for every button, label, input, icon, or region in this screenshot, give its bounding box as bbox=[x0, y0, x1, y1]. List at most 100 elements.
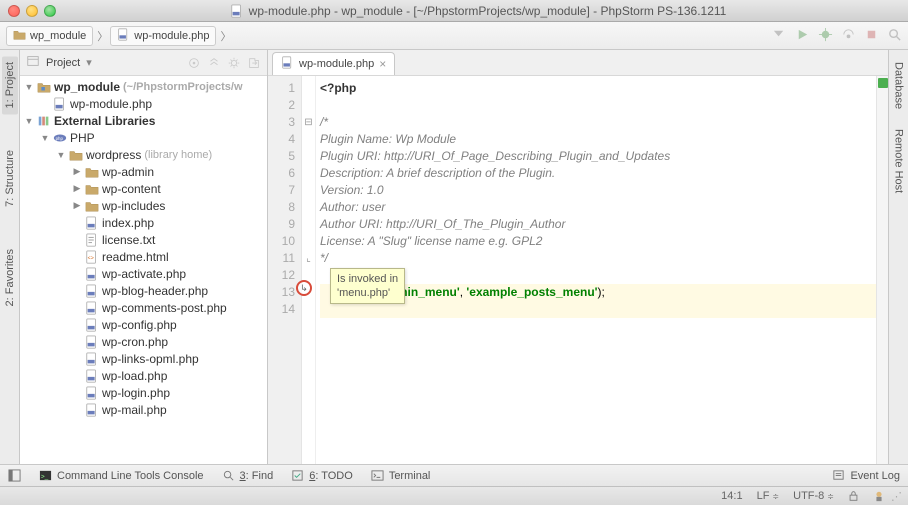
tree-row[interactable]: ▶wp-includes bbox=[20, 197, 267, 214]
txt-icon bbox=[85, 233, 99, 247]
tree-row[interactable]: wp-activate.php bbox=[20, 265, 267, 282]
tree-arrow-icon[interactable]: ▶ bbox=[72, 200, 82, 211]
tree-row[interactable]: wp-comments-post.php bbox=[20, 299, 267, 316]
collapse-all-icon[interactable] bbox=[207, 56, 221, 70]
minimize-window-button[interactable] bbox=[26, 5, 38, 17]
line-number[interactable]: 2 bbox=[268, 97, 295, 114]
fold-handle[interactable] bbox=[302, 301, 315, 318]
error-stripe[interactable] bbox=[876, 76, 888, 464]
hector-icon[interactable] bbox=[873, 490, 885, 502]
tree-row[interactable]: ▼wordpress (library home) bbox=[20, 146, 267, 163]
fold-handle[interactable] bbox=[302, 182, 315, 199]
tool-tab-find[interactable]: 3: Find bbox=[222, 469, 274, 482]
fold-handle[interactable] bbox=[302, 131, 315, 148]
fold-handle[interactable] bbox=[302, 165, 315, 182]
breadcrumb-item-module[interactable]: wp_module bbox=[6, 26, 93, 46]
line-number-gutter[interactable]: 1234567891011121314 bbox=[268, 76, 302, 464]
fold-column[interactable]: ⊟⌞ bbox=[302, 76, 316, 464]
tree-row[interactable]: ▼wp_module (~/PhpstormProjects/w bbox=[20, 78, 267, 95]
stop-icon[interactable] bbox=[864, 27, 879, 45]
line-number[interactable]: 8 bbox=[268, 199, 295, 216]
zoom-window-button[interactable] bbox=[44, 5, 56, 17]
project-tree[interactable]: ▼wp_module (~/PhpstormProjects/wwp-modul… bbox=[20, 76, 267, 464]
dropdown-icon[interactable]: ▾ bbox=[86, 56, 92, 69]
tree-row[interactable]: index.php bbox=[20, 214, 267, 231]
tool-tab-database[interactable]: Database bbox=[891, 56, 907, 115]
tree-arrow-icon[interactable]: ▼ bbox=[24, 116, 34, 126]
hide-panel-icon[interactable] bbox=[247, 56, 261, 70]
tree-row[interactable]: ▼External Libraries bbox=[20, 112, 267, 129]
tree-row[interactable]: wp-load.php bbox=[20, 367, 267, 384]
fold-handle[interactable]: ⊟ bbox=[302, 114, 315, 131]
line-number[interactable]: 13 bbox=[268, 284, 295, 301]
line-number[interactable]: 3 bbox=[268, 114, 295, 131]
file-encoding[interactable]: UTF-8 ≑ bbox=[793, 490, 834, 502]
tree-row[interactable]: wp-module.php bbox=[20, 95, 267, 112]
tree-label: wp_module bbox=[54, 80, 120, 94]
line-number[interactable]: 14 bbox=[268, 301, 295, 318]
line-number[interactable]: 5 bbox=[268, 148, 295, 165]
tool-windows-toggle-icon[interactable] bbox=[8, 469, 21, 482]
tree-row[interactable]: wp-mail.php bbox=[20, 401, 267, 418]
fold-handle[interactable] bbox=[302, 233, 315, 250]
fold-handle[interactable] bbox=[302, 80, 315, 97]
tool-tab-terminal[interactable]: Terminal bbox=[371, 469, 431, 482]
tree-row[interactable]: wp-login.php bbox=[20, 384, 267, 401]
tree-row[interactable]: ▼phpPHP bbox=[20, 129, 267, 146]
scroll-to-source-icon[interactable] bbox=[187, 56, 201, 70]
tree-row[interactable]: ▶wp-content bbox=[20, 180, 267, 197]
tool-tab-label: 3: Find bbox=[240, 470, 274, 482]
tool-tab-event-log[interactable]: Event Log bbox=[832, 469, 900, 482]
breadcrumb-item-file[interactable]: wp-module.php bbox=[110, 26, 216, 46]
close-tab-icon[interactable]: × bbox=[379, 57, 386, 71]
close-window-button[interactable] bbox=[8, 5, 20, 17]
tree-row[interactable]: wp-blog-header.php bbox=[20, 282, 267, 299]
caret-position[interactable]: 14:1 bbox=[721, 490, 742, 502]
line-number[interactable]: 1 bbox=[268, 80, 295, 97]
tool-tab-favorites[interactable]: 2: Favorites bbox=[2, 243, 18, 312]
tree-arrow-icon[interactable]: ▼ bbox=[40, 133, 50, 143]
tool-tab-todo[interactable]: 6: TODO bbox=[291, 469, 353, 482]
line-number[interactable]: 11 bbox=[268, 250, 295, 267]
fold-handle[interactable] bbox=[302, 267, 315, 284]
fold-handle[interactable]: ⌞ bbox=[302, 250, 315, 267]
gear-icon[interactable] bbox=[227, 56, 241, 70]
compile-dropdown-icon[interactable] bbox=[772, 27, 787, 45]
editor-tab[interactable]: wp-module.php × bbox=[272, 52, 395, 75]
line-number[interactable]: 12 bbox=[268, 267, 295, 284]
tree-row[interactable]: wp-config.php bbox=[20, 316, 267, 333]
tree-arrow-icon[interactable]: ▼ bbox=[24, 82, 34, 92]
line-number[interactable]: 10 bbox=[268, 233, 295, 250]
fold-handle[interactable] bbox=[302, 216, 315, 233]
fold-handle[interactable] bbox=[302, 199, 315, 216]
line-number[interactable]: 9 bbox=[268, 216, 295, 233]
fold-handle[interactable] bbox=[302, 284, 315, 301]
code-editor[interactable]: 1234567891011121314 ⊟⌞ <?php /* Plugin N… bbox=[268, 76, 888, 464]
run-listener-icon[interactable] bbox=[841, 27, 856, 45]
debug-icon[interactable] bbox=[818, 27, 833, 45]
tool-tab-remote-host[interactable]: Remote Host bbox=[891, 123, 907, 199]
code-content[interactable]: <?php /* Plugin Name: Wp Module Plugin U… bbox=[316, 76, 876, 464]
tree-row[interactable]: license.txt bbox=[20, 231, 267, 248]
breadcrumb-label: wp_module bbox=[30, 30, 86, 42]
fold-handle[interactable] bbox=[302, 97, 315, 114]
line-number[interactable]: 7 bbox=[268, 182, 295, 199]
line-number[interactable]: 4 bbox=[268, 131, 295, 148]
tool-tab-project[interactable]: 1: Project bbox=[2, 56, 18, 114]
tree-row[interactable]: wp-cron.php bbox=[20, 333, 267, 350]
tree-arrow-icon[interactable]: ▶ bbox=[72, 183, 82, 194]
run-icon[interactable] bbox=[795, 27, 810, 45]
line-separator[interactable]: LF ≑ bbox=[757, 490, 780, 502]
search-icon[interactable] bbox=[887, 27, 902, 45]
tree-row[interactable]: ▶wp-admin bbox=[20, 163, 267, 180]
fold-handle[interactable] bbox=[302, 148, 315, 165]
tree-row[interactable]: wp-links-opml.php bbox=[20, 350, 267, 367]
tree-arrow-icon[interactable]: ▼ bbox=[56, 150, 66, 160]
tree-arrow-icon[interactable]: ▶ bbox=[72, 166, 82, 177]
tool-tab-cmdline[interactable]: >_ Command Line Tools Console bbox=[39, 469, 204, 482]
lock-icon[interactable] bbox=[848, 490, 859, 502]
tree-row[interactable]: <>readme.html bbox=[20, 248, 267, 265]
tool-tab-structure[interactable]: 7: Structure bbox=[2, 144, 18, 213]
tree-hint: (library home) bbox=[144, 149, 212, 161]
line-number[interactable]: 6 bbox=[268, 165, 295, 182]
